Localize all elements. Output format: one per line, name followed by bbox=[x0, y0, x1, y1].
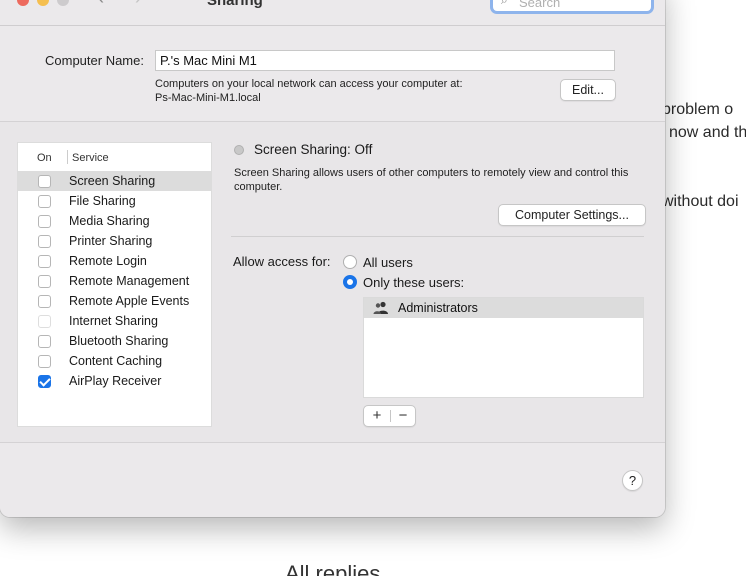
title-bar: ‹ › ⋯⋯ Sharing ⌕ Search bbox=[0, 0, 665, 26]
help-button[interactable]: ? bbox=[622, 470, 643, 491]
minimize-button[interactable] bbox=[37, 0, 49, 6]
service-checkbox[interactable] bbox=[38, 215, 51, 228]
search-field[interactable]: ⌕ Search bbox=[490, 0, 654, 14]
edit-button[interactable]: Edit... bbox=[560, 79, 616, 101]
all-users-label[interactable]: All users bbox=[363, 255, 413, 270]
service-label: Content Caching bbox=[69, 354, 163, 368]
status-indicator-icon bbox=[234, 145, 244, 155]
service-row-remote-management[interactable]: Remote Management bbox=[18, 271, 211, 291]
service-checkbox-checked[interactable] bbox=[38, 375, 51, 388]
service-row-internet-sharing[interactable]: Internet Sharing bbox=[18, 311, 211, 331]
service-checkbox[interactable] bbox=[38, 275, 51, 288]
service-row-printer-sharing[interactable]: Printer Sharing bbox=[18, 231, 211, 251]
services-header: On Service bbox=[18, 143, 211, 171]
header-on: On bbox=[37, 152, 52, 164]
screen-sharing-description: Screen Sharing allows users of other com… bbox=[234, 167, 629, 193]
services-list: On Service Screen Sharing File Sharing M… bbox=[17, 142, 212, 427]
service-checkbox[interactable] bbox=[38, 335, 51, 348]
service-checkbox[interactable] bbox=[38, 255, 51, 268]
show-all-grid-icon[interactable]: ⋯⋯ bbox=[173, 0, 204, 8]
service-checkbox[interactable] bbox=[38, 195, 51, 208]
only-these-users-radio[interactable] bbox=[343, 275, 357, 289]
local-address-line-2: Ps-Mac-Mini-M1.local bbox=[155, 92, 261, 104]
zoom-button[interactable] bbox=[57, 0, 69, 6]
service-label: AirPlay Receiver bbox=[69, 374, 162, 388]
service-label: Remote Login bbox=[69, 254, 147, 268]
header-divider bbox=[67, 150, 68, 164]
header-service: Service bbox=[72, 152, 109, 164]
screen-sharing-status: Screen Sharing: Off bbox=[254, 142, 373, 157]
service-label: Internet Sharing bbox=[69, 314, 158, 328]
service-checkbox[interactable] bbox=[38, 295, 51, 308]
computer-name-label: Computer Name: bbox=[45, 53, 144, 68]
service-label: Printer Sharing bbox=[69, 234, 153, 248]
service-label: Bluetooth Sharing bbox=[69, 334, 169, 348]
sharing-window: ‹ › ⋯⋯ Sharing ⌕ Search Computer Name: P… bbox=[0, 0, 665, 517]
service-label: Remote Apple Events bbox=[69, 294, 190, 308]
list-item[interactable]: Administrators bbox=[364, 298, 643, 318]
service-row-media-sharing[interactable]: Media Sharing bbox=[18, 211, 211, 231]
local-address-line-1: Computers on your local network can acce… bbox=[155, 78, 463, 90]
add-user-button[interactable]: + bbox=[364, 406, 390, 426]
computer-name-section: Computer Name: P.'s Mac Mini M1 Computer… bbox=[0, 26, 665, 122]
service-checkbox[interactable] bbox=[38, 175, 51, 188]
service-checkbox bbox=[38, 315, 51, 328]
window-footer bbox=[0, 442, 665, 517]
service-row-remote-login[interactable]: Remote Login bbox=[18, 251, 211, 271]
computer-name-input[interactable]: P.'s Mac Mini M1 bbox=[155, 50, 615, 71]
window-title: Sharing bbox=[207, 0, 263, 9]
background-footer-heading: All replies bbox=[285, 561, 381, 576]
service-row-bluetooth-sharing[interactable]: Bluetooth Sharing bbox=[18, 331, 211, 351]
search-icon: ⌕ bbox=[501, 0, 508, 7]
remove-user-button[interactable]: − bbox=[390, 406, 416, 426]
allowed-users-list: Administrators bbox=[363, 297, 644, 398]
user-name: Administrators bbox=[398, 301, 478, 315]
service-label: Media Sharing bbox=[69, 214, 150, 228]
add-remove-control: + − bbox=[363, 405, 416, 427]
service-row-file-sharing[interactable]: File Sharing bbox=[18, 191, 211, 211]
service-label: Screen Sharing bbox=[69, 174, 156, 188]
forward-icon[interactable]: › bbox=[135, 0, 141, 9]
section-divider bbox=[231, 236, 644, 237]
only-these-users-label[interactable]: Only these users: bbox=[363, 275, 464, 290]
background-text-line-3: without doi bbox=[662, 193, 739, 210]
background-text-line-1: problem o bbox=[662, 101, 734, 118]
background-text-line-2: now and th bbox=[669, 124, 746, 141]
local-address-info: Computers on your local network can acce… bbox=[155, 77, 463, 105]
service-label: Remote Management bbox=[69, 274, 190, 288]
back-icon[interactable]: ‹ bbox=[98, 0, 104, 9]
service-row-screen-sharing[interactable]: Screen Sharing bbox=[18, 171, 211, 191]
service-row-airplay-receiver[interactable]: AirPlay Receiver bbox=[18, 371, 211, 391]
close-button[interactable] bbox=[17, 0, 29, 6]
search-placeholder: Search bbox=[519, 0, 561, 10]
service-row-content-caching[interactable]: Content Caching bbox=[18, 351, 211, 371]
computer-settings-button[interactable]: Computer Settings... bbox=[498, 204, 646, 226]
all-users-radio[interactable] bbox=[343, 255, 357, 269]
service-checkbox[interactable] bbox=[38, 235, 51, 248]
user-group-icon bbox=[373, 301, 388, 314]
service-checkbox[interactable] bbox=[38, 355, 51, 368]
allow-access-label: Allow access for: bbox=[233, 254, 331, 269]
service-label: File Sharing bbox=[69, 194, 136, 208]
service-row-remote-apple-events[interactable]: Remote Apple Events bbox=[18, 291, 211, 311]
